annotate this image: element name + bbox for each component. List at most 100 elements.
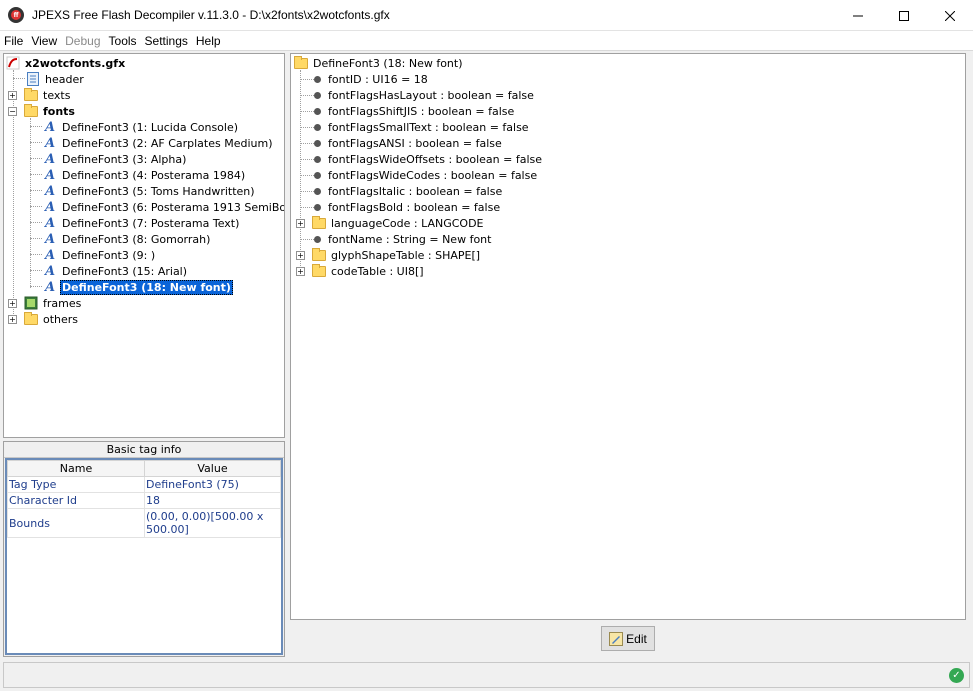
expand-glyphshapetable-button[interactable]: +	[296, 251, 305, 260]
font-icon: A	[44, 279, 56, 295]
tree-item-font[interactable]: A DefineFont3 (1: Lucida Console)	[42, 119, 240, 135]
tree-root[interactable]: x2wotcfonts.gfx	[5, 55, 127, 71]
table-row[interactable]: Bounds (0.00, 0.00)[500.00 x 500.00]	[7, 508, 281, 538]
tag-field-fontname[interactable]: fontName : String = New font	[309, 231, 493, 247]
field-bullet-icon	[314, 203, 321, 211]
expand-texts-button[interactable]: +	[8, 91, 17, 100]
tree-item-font[interactable]: A DefineFont3 (15: Arial)	[42, 263, 189, 279]
field-bullet-icon	[314, 155, 321, 163]
field-bullet-icon	[314, 75, 321, 83]
menu-bar: File View Debug Tools Settings Help	[0, 31, 973, 51]
menu-file[interactable]: File	[0, 34, 27, 48]
folder-icon	[293, 55, 309, 70]
folder-icon	[23, 87, 39, 102]
folder-icon	[311, 247, 327, 262]
font-icon: A	[44, 199, 56, 215]
tag-tree-root[interactable]: DefineFont3 (18: New font)	[293, 55, 465, 71]
font-icon: A	[44, 135, 56, 151]
menu-tools[interactable]: Tools	[105, 34, 141, 48]
tag-field[interactable]: fontFlagsBold : boolean = false	[309, 199, 502, 215]
expand-frames-button[interactable]: +	[8, 299, 17, 308]
title-bar: ff JPEXS Free Flash Decompiler v.11.3.0 …	[0, 0, 973, 31]
tree-item-frames[interactable]: frames	[23, 295, 83, 311]
tree-item-font[interactable]: A DefineFont3 (9: )	[42, 247, 157, 263]
column-header-value[interactable]: Value	[144, 460, 281, 477]
tag-field[interactable]: fontFlagsSmallText : boolean = false	[309, 119, 531, 135]
status-ok-icon: ✓	[949, 668, 964, 683]
collapse-fonts-button[interactable]: −	[8, 107, 17, 116]
field-bullet-icon	[314, 235, 321, 243]
folder-icon	[23, 311, 39, 326]
tag-field[interactable]: fontFlagsWideOffsets : boolean = false	[309, 151, 544, 167]
document-icon	[25, 72, 41, 86]
minimize-icon	[853, 15, 863, 16]
tag-field[interactable]: fontFlagsShiftJIS : boolean = false	[309, 103, 516, 119]
resource-tree[interactable]: x2wotcfonts.gfx header + texts − fonts A…	[3, 53, 285, 438]
tag-field[interactable]: fontFlagsHasLayout : boolean = false	[309, 87, 536, 103]
tree-item-font[interactable]: A DefineFont3 (5: Toms Handwritten)	[42, 183, 257, 199]
status-bar: ✓	[3, 662, 970, 688]
tree-item-font[interactable]: A DefineFont3 (2: AF Carplates Medium)	[42, 135, 275, 151]
basic-tag-info-title: Basic tag info	[4, 442, 284, 458]
maximize-icon	[899, 10, 909, 21]
minimize-button[interactable]	[835, 0, 881, 31]
tag-field-glyphshapetable[interactable]: glyphShapeTable : SHAPE[]	[311, 247, 482, 263]
tree-item-texts[interactable]: texts	[23, 87, 72, 103]
menu-settings[interactable]: Settings	[141, 34, 192, 48]
expand-others-button[interactable]: +	[8, 315, 17, 324]
font-icon: A	[44, 231, 56, 247]
basic-tag-info-table[interactable]: Name Value Tag Type DefineFont3 (75) Cha…	[5, 458, 283, 655]
tree-item-others[interactable]: others	[23, 311, 80, 327]
field-bullet-icon	[314, 171, 321, 179]
tree-item-font[interactable]: A DefineFont3 (7: Posterama Text)	[42, 215, 241, 231]
tree-item-header[interactable]: header	[25, 71, 86, 87]
folder-icon	[311, 263, 327, 278]
basic-tag-info-panel: Basic tag info Name Value Tag Type Defin…	[3, 441, 285, 657]
close-icon	[945, 10, 955, 21]
font-icon: A	[44, 263, 56, 279]
table-row[interactable]: Character Id 18	[7, 492, 281, 509]
font-icon: A	[44, 183, 56, 199]
tag-field[interactable]: fontFlagsANSI : boolean = false	[309, 135, 504, 151]
font-icon: A	[44, 215, 56, 231]
field-bullet-icon	[314, 139, 321, 147]
column-header-name[interactable]: Name	[7, 460, 145, 477]
expand-codetable-button[interactable]: +	[296, 267, 305, 276]
font-icon: A	[44, 167, 56, 183]
edit-pencil-icon	[609, 631, 624, 646]
edit-button[interactable]: Edit	[601, 626, 655, 651]
field-bullet-icon	[314, 187, 321, 195]
tree-item-font[interactable]: A DefineFont3 (6: Posterama 1913 SemiBol…	[42, 199, 284, 215]
maximize-button[interactable]	[881, 0, 927, 31]
expand-languagecode-button[interactable]: +	[296, 219, 305, 228]
font-icon: A	[44, 119, 56, 135]
font-folder-icon	[23, 103, 39, 118]
font-icon: A	[44, 247, 56, 263]
flash-file-icon	[5, 56, 21, 70]
tree-item-font[interactable]: A DefineFont3 (3: Alpha)	[42, 151, 188, 167]
tag-field-languagecode[interactable]: languageCode : LANGCODE	[311, 215, 486, 231]
window-title: JPEXS Free Flash Decompiler v.11.3.0 - D…	[32, 8, 390, 22]
tree-item-font-selected[interactable]: A DefineFont3 (18: New font)	[42, 279, 233, 295]
close-button[interactable]	[927, 0, 973, 31]
film-strip-icon	[23, 296, 39, 310]
field-bullet-icon	[314, 123, 321, 131]
menu-help[interactable]: Help	[192, 34, 225, 48]
folder-icon	[311, 215, 327, 230]
tag-field-codetable[interactable]: codeTable : UI8[]	[311, 263, 426, 279]
tree-item-font[interactable]: A DefineFont3 (8: Gomorrah)	[42, 231, 212, 247]
app-icon: ff	[8, 7, 24, 23]
menu-debug[interactable]: Debug	[61, 34, 104, 48]
tag-field[interactable]: fontFlagsWideCodes : boolean = false	[309, 167, 539, 183]
tree-item-fonts[interactable]: fonts	[23, 103, 77, 119]
menu-view[interactable]: View	[27, 34, 61, 48]
font-icon: A	[44, 151, 56, 167]
tag-field[interactable]: fontFlagsItalic : boolean = false	[309, 183, 504, 199]
tag-structure-tree[interactable]: DefineFont3 (18: New font) fontID : UI16…	[290, 53, 966, 620]
tree-root-label: x2wotcfonts.gfx	[25, 56, 126, 70]
field-bullet-icon	[314, 91, 321, 99]
field-bullet-icon	[314, 107, 321, 115]
tree-item-font[interactable]: A DefineFont3 (4: Posterama 1984)	[42, 167, 247, 183]
table-row[interactable]: Tag Type DefineFont3 (75)	[7, 476, 281, 493]
tag-field[interactable]: fontID : UI16 = 18	[309, 71, 430, 87]
